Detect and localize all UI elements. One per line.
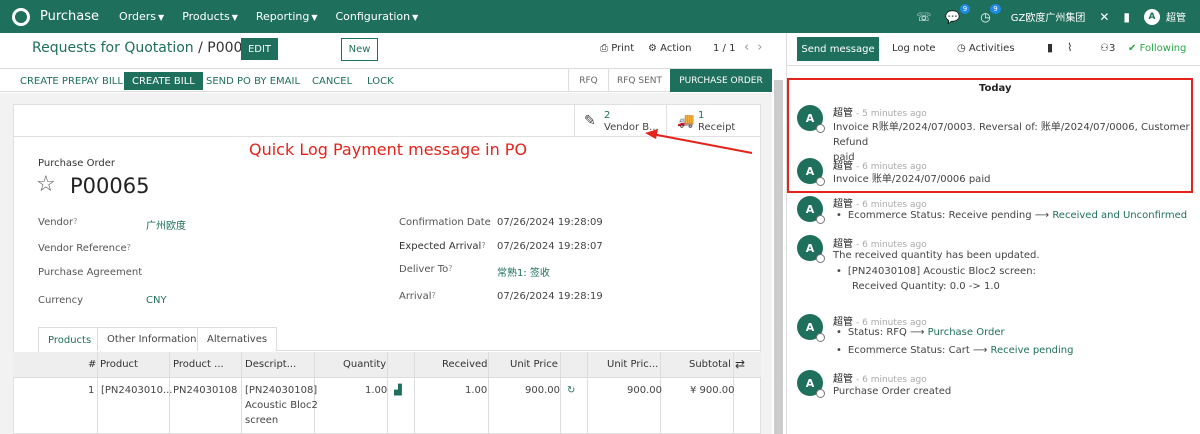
date-separator: Today [979,83,1012,94]
tab-products[interactable]: Products [38,327,102,352]
following-button[interactable]: ✔ Following [1128,43,1186,54]
avatar[interactable]: A [797,235,825,263]
message-body: Invoice 账单/2024/07/0006 paid [833,174,991,185]
col-index: # [88,359,97,370]
deliver-to-field[interactable]: 常熟1: 签收 [497,264,550,279]
expected-arrival-field[interactable]: 07/26/2024 19:28:07 [497,241,603,252]
message-body: Purchase Order created [833,386,952,397]
send-message-button[interactable]: Send message [797,37,879,61]
arrow-right-icon: ⟶ [910,327,925,338]
avatar[interactable]: A [797,196,825,224]
log-note-button[interactable]: Log note [892,43,936,54]
clock-icon: ◷ [957,43,966,54]
message-detail: • [PN24030108] Acoustic Bloc2 screen: [836,266,1036,277]
col-received[interactable]: Received [442,359,488,370]
document-type: Purchase Order [38,158,116,169]
col-unit-price-2[interactable]: Unit Pric... [607,359,658,370]
avatar[interactable]: A [797,158,825,186]
currency-field[interactable]: CNY [146,295,167,306]
confirmation-date-label: Confirmation Date [399,217,491,228]
arrival-label: Arrival? [399,291,436,302]
message-author: 超管 - 6 minutes ago [833,374,927,385]
message-detail: Received Quantity: 0.0 -> 1.0 [852,281,1000,292]
arrow-right-icon: ⟶ [1034,210,1050,221]
arrival-field[interactable]: 07/26/2024 19:28:19 [497,291,603,302]
tab-alternatives[interactable]: Alternatives [197,327,278,351]
col-unit-price[interactable]: Unit Price [510,359,558,370]
confirmation-date-field[interactable]: 07/26/2024 19:28:09 [497,217,603,228]
tracking-value: • Ecommerce Status: Receive pending ⟶ Rec… [836,210,1188,221]
paperclip-icon[interactable]: ⌇ [1067,41,1072,54]
forecast-chart-icon[interactable]: ▟ [394,385,402,396]
col-subtotal[interactable]: Subtotal [689,359,731,370]
tracking-value: • Ecommerce Status: Cart ⟶ Receive pendin… [836,345,1074,356]
followers-button[interactable]: ⚇3 [1100,43,1115,54]
message-author: 超管 - 6 minutes ago [833,161,927,172]
deliver-to-label: Deliver To? [399,264,453,275]
vendor-field[interactable]: 广州欧度 [146,217,186,232]
arrow-right-icon: ⟶ [972,345,988,356]
star-icon[interactable]: ☆ [36,172,56,197]
message-body: The received quantity has been updated. [833,250,1040,261]
user-icon: ⚇ [1100,43,1109,54]
avatar[interactable]: A [797,370,825,398]
message-author: 超管 - 5 minutes ago [833,108,927,119]
message-author: 超管 - 6 minutes ago [833,317,927,328]
tracking-value: • Status: RFQ ⟶ Purchase Order [836,327,1005,338]
currency-label: Currency [38,295,84,306]
refresh-price-icon[interactable]: ↻ [567,385,575,396]
chatter-icons: ▮ ⌇ [1047,41,1072,54]
col-description[interactable]: Descript... [245,359,296,370]
purchase-agreement-label: Purchase Agreement [38,267,143,278]
col-product-code[interactable]: Product ... [173,359,224,370]
avatar[interactable]: A [797,314,825,342]
tab-other-information[interactable]: Other Information [97,327,207,351]
avatar[interactable]: A [797,105,825,133]
column-settings-icon[interactable]: ⇄ [735,357,745,371]
col-product[interactable]: Product [100,359,138,370]
vendor-reference-label: Vendor Reference? [38,243,131,254]
check-icon: ✔ [1128,43,1137,54]
col-quantity[interactable]: Quantity [343,359,386,370]
message-author: 超管 - 6 minutes ago [833,199,927,210]
po-name: P00065 [70,174,150,198]
vendor-label: Vendor? [38,217,78,228]
activities-button[interactable]: ◷ Activities [957,43,1015,54]
book-icon[interactable]: ▮ [1047,41,1053,54]
expected-arrival-label: Expected Arrival? [399,241,486,252]
